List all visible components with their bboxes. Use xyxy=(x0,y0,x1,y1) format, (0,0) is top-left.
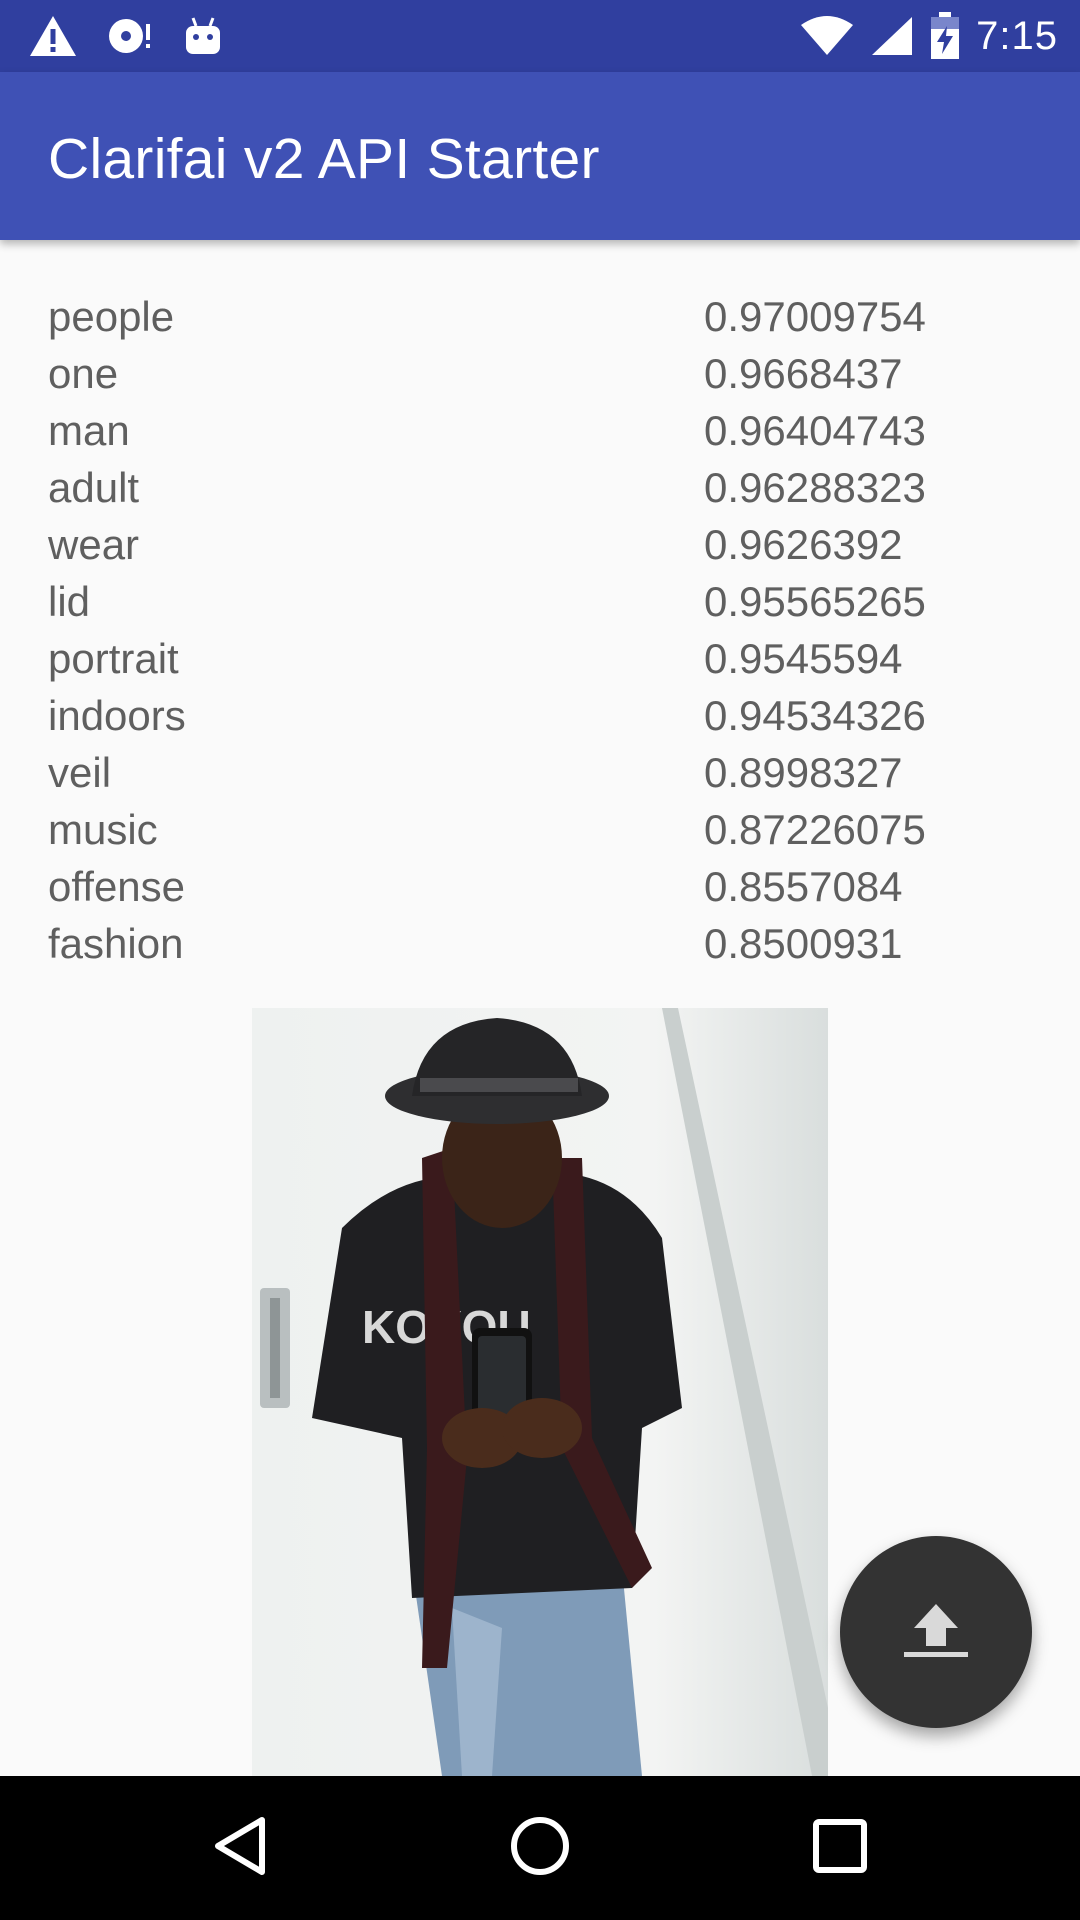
tag-confidence: 0.96404743 xyxy=(704,406,926,454)
tag-row: people 0.97009754 xyxy=(48,288,1032,345)
tag-name: lid xyxy=(48,577,91,625)
tag-name: one xyxy=(48,349,119,397)
tag-row: lid 0.95565265 xyxy=(48,573,1032,630)
tag-name: music xyxy=(48,805,158,853)
status-time: 7:15 xyxy=(976,13,1058,58)
tag-confidence: 0.9668437 xyxy=(704,349,903,397)
navigation-bar xyxy=(0,1776,1080,1920)
uploaded-photo: KOYOU xyxy=(252,1008,828,1776)
tag-name: indoors xyxy=(48,691,186,739)
tag-name: offense xyxy=(48,862,186,910)
back-button[interactable] xyxy=(204,1812,276,1884)
tag-name: wear xyxy=(48,520,140,568)
home-icon xyxy=(508,1814,572,1883)
disc-icon xyxy=(108,16,154,56)
tag-confidence: 0.96288323 xyxy=(704,463,926,511)
battery-charging-icon xyxy=(930,12,960,60)
tag-row: fashion 0.8500931 xyxy=(48,915,1032,972)
android-icon xyxy=(184,16,222,56)
status-bar: 7:15 xyxy=(0,0,1080,72)
recents-icon xyxy=(810,1816,870,1881)
tag-name: veil xyxy=(48,748,112,796)
app-bar: Clarifai v2 API Starter xyxy=(0,72,1080,240)
tag-name: portrait xyxy=(48,634,179,682)
wifi-icon xyxy=(800,15,854,57)
tag-confidence: 0.8557084 xyxy=(704,862,903,910)
page-title: Clarifai v2 API Starter xyxy=(48,127,600,191)
tag-confidence: 0.95565265 xyxy=(704,577,926,625)
tag-row: veil 0.8998327 xyxy=(48,744,1032,801)
tag-row: man 0.96404743 xyxy=(48,402,1032,459)
tag-name: people xyxy=(48,292,175,340)
tag-row: indoors 0.94534326 xyxy=(48,687,1032,744)
tag-row: wear 0.9626392 xyxy=(48,516,1032,573)
tag-confidence: 0.9545594 xyxy=(704,634,903,682)
signal-icon xyxy=(870,15,914,57)
tag-confidence: 0.9626392 xyxy=(704,520,903,568)
tag-confidence: 0.8998327 xyxy=(704,748,903,796)
tag-row: adult 0.96288323 xyxy=(48,459,1032,516)
back-icon xyxy=(210,1814,270,1883)
home-button[interactable] xyxy=(504,1812,576,1884)
tag-name: adult xyxy=(48,463,140,511)
tag-row: offense 0.8557084 xyxy=(48,858,1032,915)
upload-button[interactable] xyxy=(840,1536,1032,1728)
upload-icon xyxy=(900,1594,972,1671)
tag-row: one 0.9668437 xyxy=(48,345,1032,402)
tag-list: people 0.97009754 one 0.9668437 man 0.9640474… xyxy=(48,288,1032,972)
tag-confidence: 0.87226075 xyxy=(704,805,926,853)
tag-confidence: 0.8500931 xyxy=(704,919,903,967)
recents-button[interactable] xyxy=(804,1812,876,1884)
tag-name: man xyxy=(48,406,130,454)
warning-icon xyxy=(28,14,78,58)
tag-row: portrait 0.9545594 xyxy=(48,630,1032,687)
tag-name: fashion xyxy=(48,919,184,967)
tag-confidence: 0.97009754 xyxy=(704,292,926,340)
tag-confidence: 0.94534326 xyxy=(704,691,926,739)
tag-row: music 0.87226075 xyxy=(48,801,1032,858)
